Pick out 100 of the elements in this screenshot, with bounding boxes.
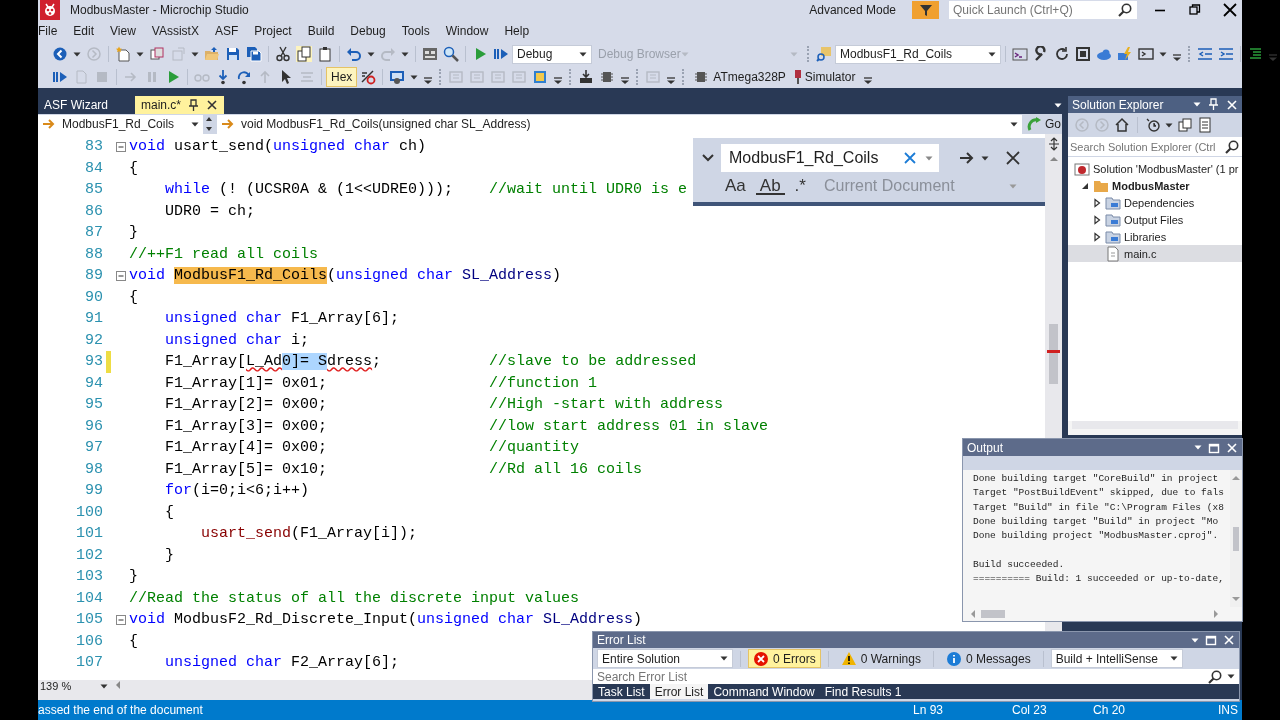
source-dropdown[interactable]: Build + IntelliSense [1050,649,1183,668]
back-icon[interactable] [52,46,68,62]
regex-toggle[interactable]: .* [790,176,810,196]
tree-item[interactable]: main.c [1068,245,1242,262]
scrollbar-thumb[interactable] [981,610,1005,618]
scroll-left-icon[interactable] [969,609,977,619]
tool-button[interactable]: Simulator [790,67,860,87]
history-icon[interactable] [1145,117,1161,133]
caret-icon[interactable] [981,154,989,162]
caret-icon[interactable] [1165,121,1173,129]
panel-tab[interactable]: Find Results 1 [819,684,907,699]
search-icon[interactable] [443,46,459,62]
menu-item[interactable]: Window [437,20,497,42]
collapsed-arrow-icon[interactable] [1092,231,1102,242]
close-icon[interactable] [1005,150,1021,166]
paste-icon[interactable] [317,46,333,62]
properties-icon[interactable] [1197,117,1213,133]
new-project-icon[interactable] [115,46,131,62]
caret-icon[interactable] [1054,101,1062,109]
tree-item[interactable]: ModbusMaster [1068,177,1242,194]
open-folder-icon[interactable] [204,46,220,62]
menu-item[interactable]: Help [496,20,538,42]
filter-toggle[interactable]: 0 Warnings [835,649,926,668]
caret-icon[interactable] [410,73,419,81]
quick-launch-field[interactable]: Quick Launch (Ctrl+Q) [949,1,1137,19]
spin-icon[interactable] [205,116,213,132]
arrow-right-icon[interactable] [959,150,975,166]
save-all-icon[interactable] [246,46,262,62]
cut-icon[interactable] [275,46,291,62]
scrollbar-thumb[interactable] [1049,324,1058,384]
clear-icon[interactable] [903,151,917,165]
tree-item[interactable]: Dependencies [1068,194,1242,211]
caret-icon[interactable] [136,50,144,58]
filter-toggle[interactable]: 0 Errors [748,649,821,668]
monitor-icon[interactable] [389,69,406,85]
menu-item[interactable]: File [38,20,66,42]
menu-item[interactable]: ASF [206,20,247,42]
window-icon[interactable] [422,46,438,62]
add-item-icon[interactable] [149,46,165,62]
member-dropdown[interactable]: void ModbusF1_Rd_Coils(unsigned char SL_Address) [217,114,1022,134]
configuration-dropdown[interactable]: Debug [512,44,592,64]
device-button[interactable]: ATmega328P [689,67,790,87]
menu-item[interactable]: View [102,20,144,42]
scroll-up-icon[interactable] [1048,155,1059,163]
frame-icon[interactable] [1075,46,1091,62]
filter-toggle[interactable]: 0 Messages [940,649,1036,668]
lightning-icon[interactable] [1117,46,1133,62]
console-icon[interactable] [1138,46,1154,62]
caret-icon[interactable] [1193,101,1201,108]
function-dropdown[interactable]: ModbusF1_Rd_Coils [835,44,1001,64]
close-icon[interactable] [206,99,218,111]
tree-item[interactable]: Libraries [1068,228,1242,245]
panel-tab[interactable]: Error List [649,684,709,699]
menu-item[interactable]: VAssistX [143,20,207,42]
scrollbar[interactable] [1230,470,1242,607]
collapsed-arrow-icon[interactable] [1092,214,1102,225]
menu-item[interactable]: Tools [393,20,438,42]
comment-lines-icon[interactable] [1247,46,1263,62]
caret-icon[interactable] [1194,444,1202,451]
download-icon[interactable] [578,69,595,85]
filter-button[interactable] [912,1,939,19]
caret-icon[interactable] [401,50,409,58]
editor-tab[interactable]: ASF Wizard [38,96,135,114]
find-field[interactable]: ModbusF1_Rd_Coils [721,144,939,172]
indent-icon[interactable] [1218,46,1234,62]
editor-tab[interactable]: main.c* [135,96,224,114]
go-button[interactable]: Go [1024,114,1064,134]
refresh-icon[interactable] [1054,46,1070,62]
collapse-icon[interactable] [116,614,126,625]
outdent-icon[interactable] [1197,46,1213,62]
find-symbol-icon[interactable] [816,46,832,62]
zoom-dropdown[interactable]: 139 % [38,680,110,692]
caret-icon[interactable] [191,50,199,58]
collapsed-arrow-icon[interactable] [1092,197,1102,208]
chip-icon[interactable] [599,69,616,85]
maximize-icon[interactable] [1208,441,1220,454]
scope-dropdown[interactable]: Entire Solution [597,649,733,668]
caret-icon[interactable] [1191,636,1199,644]
pin-icon[interactable] [187,98,200,112]
caret-icon[interactable] [73,50,81,58]
collapse-all-icon[interactable] [1177,117,1193,133]
tree-item[interactable]: Solution 'ModbusMaster' (1 pr [1068,160,1242,177]
split-handle-icon[interactable] [1047,137,1060,151]
scroll-left-icon[interactable] [114,680,122,690]
hex-button[interactable]: Hex [326,67,358,87]
home-icon[interactable] [1114,117,1130,133]
menu-item[interactable]: Debug [342,20,394,42]
panel-tab[interactable]: Task List [593,684,650,699]
collapse-icon[interactable] [116,270,126,281]
scope-dropdown[interactable]: ModbusF1_Rd_Coils [38,114,203,134]
tree-item[interactable]: Output Files [1068,211,1242,228]
menu-item[interactable]: Build [299,20,343,42]
maximize-icon[interactable] [1205,634,1217,646]
step-out-icon[interactable] [236,69,252,85]
terminal-window-icon[interactable] [1012,46,1028,62]
step-over-icon[interactable] [52,69,68,85]
search-field[interactable]: Search Solution Explorer (Ctrl [1068,137,1242,157]
copy-icon[interactable] [296,46,312,62]
match-case-toggle[interactable]: Aa [721,176,750,196]
menu-item[interactable]: Project [246,20,300,42]
